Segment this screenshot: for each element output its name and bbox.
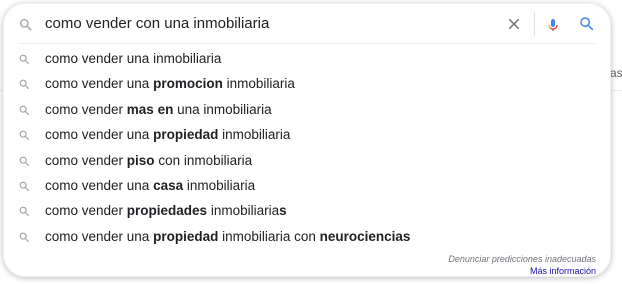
suggestion-segment: inmobiliaria [183, 177, 256, 193]
suggestion-highlight: propiedades [126, 203, 208, 219]
toolbar-divider [534, 12, 535, 36]
search-bar: como vender con una inmobiliaria [4, 4, 610, 46]
suggestion-segment: inmobiliaria con [218, 228, 320, 244]
suggestion-segment: como vender una [45, 127, 154, 143]
suggestion-item[interactable]: como vender una propiedad inmobiliaria [4, 123, 610, 148]
more-info-link[interactable]: Más información [448, 265, 596, 277]
search-input[interactable]: como vender con una inmobiliaria [45, 15, 269, 33]
suggestion-segment: como vender una inmobiliaria [45, 51, 222, 66]
suggestion-highlight: promocion [153, 76, 223, 92]
suggestion-text: como vender una propiedad inmobiliaria c… [45, 229, 410, 245]
suggestion-highlight: neurociencias [319, 228, 411, 244]
suggestion-highlight: propiedad [153, 127, 219, 143]
search-icon [19, 130, 30, 141]
suggestion-segment: como vender una [45, 177, 154, 193]
suggestion-segment: inmobiliaria [222, 76, 295, 92]
suggestion-segment: como vender [45, 101, 127, 117]
suggestion-highlight: propiedad [153, 228, 219, 244]
search-separator [19, 43, 595, 44]
suggestion-segment: como vender [45, 152, 127, 168]
suggestion-text: como vender mas en una inmobiliaria [45, 102, 272, 118]
search-icon [19, 80, 30, 90]
suggestion-item[interactable]: como vender piso con inmobiliaria [4, 149, 610, 174]
suggestion-segment: inmobiliaria [218, 127, 291, 143]
suggestion-highlight: mas en [126, 101, 174, 117]
suggestion-highlight: s [279, 203, 287, 219]
search-icon [19, 156, 30, 166]
search-icon [19, 54, 30, 65]
suggestion-item[interactable]: como vender mas en una inmobiliaria [4, 98, 610, 123]
suggestion-text: como vender piso con inmobiliaria [45, 153, 252, 169]
search-icon [19, 105, 30, 115]
suggestion-segment: una inmobiliaria [173, 101, 272, 117]
suggestion-segment: como vender una [45, 76, 154, 92]
search-icon [19, 232, 30, 242]
suggestion-segment: con inmobiliaria [154, 152, 253, 168]
suggestion-text: como vender propiedades inmobiliarias [45, 203, 287, 219]
suggestion-item[interactable]: como vender propiedades inmobiliarias [4, 199, 610, 224]
suggestion-item[interactable]: como vender una inmobiliaria [4, 47, 610, 72]
suggestion-text: como vender una inmobiliaria [45, 51, 221, 67]
search-submit-icon[interactable] [578, 15, 596, 33]
suggestion-text: como vender una casa inmobiliaria [45, 178, 255, 194]
report-predictions-link[interactable]: Denunciar predicciones inadecuadas [448, 253, 596, 265]
close-icon[interactable] [505, 15, 523, 33]
search-autocomplete-box: como vender con una inmobiliaria como ve… [3, 3, 611, 277]
suggestion-segment: como vender una [45, 228, 154, 244]
search-icon [20, 19, 32, 31]
suggestion-item[interactable]: como vender una casa inmobiliaria [4, 174, 610, 199]
suggestion-list: como vender una inmobiliaria como vender … [4, 47, 610, 250]
microphone-icon[interactable] [545, 13, 561, 37]
suggestion-highlight: casa [153, 177, 184, 193]
suggestion-text: como vender una propiedad inmobiliaria [45, 127, 290, 143]
suggestion-segment: inmobiliaria [207, 203, 280, 219]
suggestion-text: como vender una promocion inmobiliaria [45, 76, 295, 92]
search-icon [19, 206, 30, 217]
suggestion-item[interactable]: como vender una promocion inmobiliaria [4, 72, 610, 97]
suggestion-footer: Denunciar predicciones inadecuadas Más i… [448, 253, 596, 277]
suggestion-item[interactable]: como vender una propiedad inmobiliaria c… [4, 225, 610, 250]
suggestion-highlight: piso [126, 152, 155, 168]
suggestion-segment: como vender [45, 203, 127, 219]
background-partial-text: as [610, 66, 622, 80]
search-icon [19, 181, 30, 192]
